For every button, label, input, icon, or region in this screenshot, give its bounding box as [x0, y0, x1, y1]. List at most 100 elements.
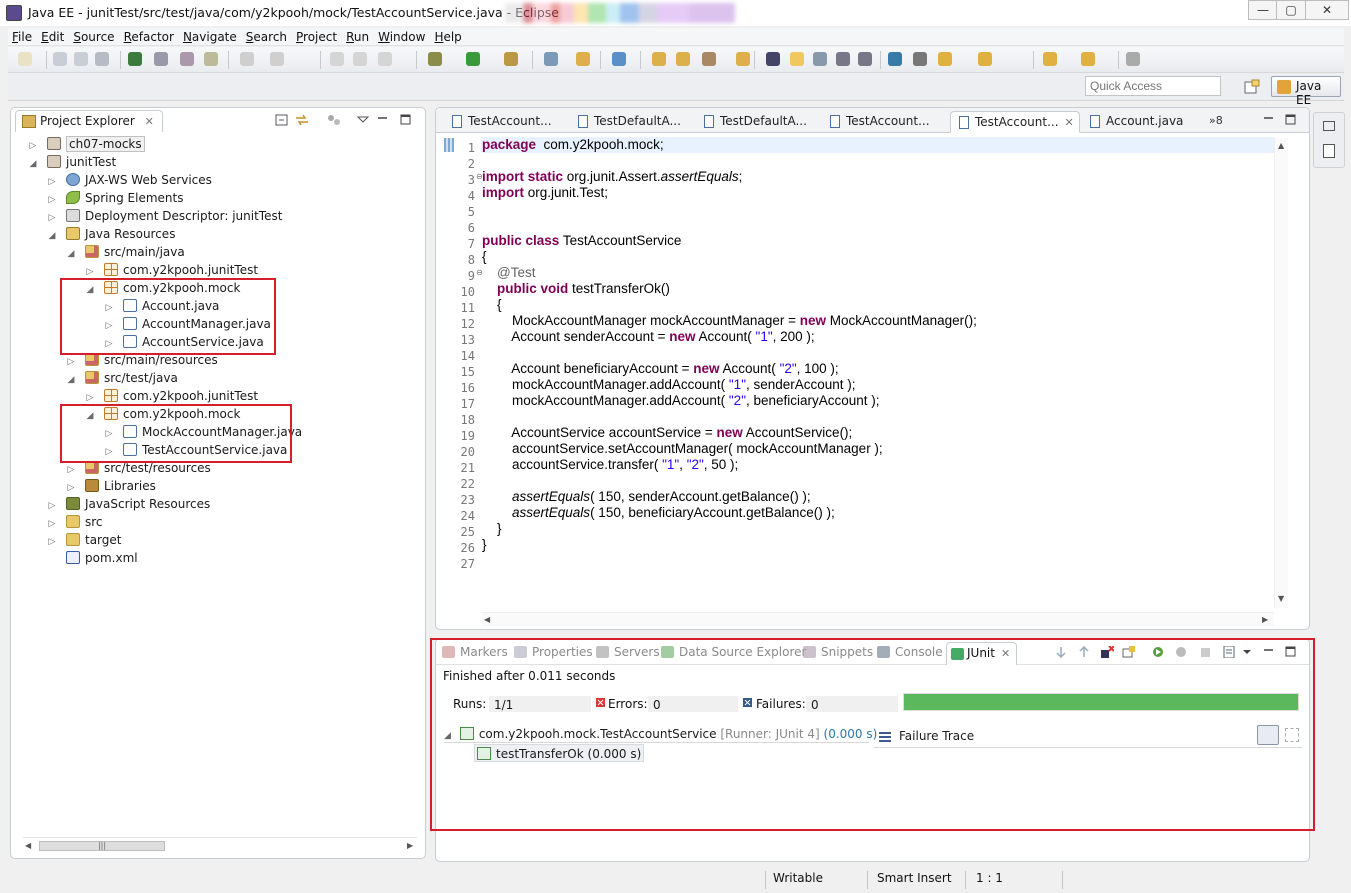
save-icon[interactable] — [53, 52, 69, 68]
maximize-button[interactable]: ▢ — [1276, 0, 1306, 20]
block-selection-icon[interactable] — [836, 52, 852, 68]
open-folder-icon[interactable] — [676, 52, 692, 68]
editor-tab-overflow-button[interactable]: »8 — [1209, 114, 1223, 127]
new-java-project-icon[interactable] — [576, 52, 592, 68]
quick-ref-icon[interactable] — [913, 52, 929, 68]
save-all-icon[interactable] — [74, 52, 90, 68]
search-icon[interactable] — [766, 52, 782, 68]
maximize-view-icon[interactable] — [399, 114, 413, 126]
collapse-all-icon[interactable] — [275, 114, 289, 126]
tree-item[interactable]: ▷ com.y2kpooh.junitTest — [84, 261, 258, 279]
view-menu-filter-icon[interactable] — [327, 114, 341, 126]
scroll-left-icon[interactable]: ◀ — [484, 615, 490, 624]
project-explorer-horizontal-scrollbar[interactable]: ◀ ||| ▶ — [23, 837, 417, 853]
terminate-icon[interactable] — [378, 52, 394, 68]
close-tab-icon[interactable]: ✕ — [1065, 116, 1074, 129]
tree-item[interactable]: ◢ src/test/java — [65, 369, 178, 387]
scroll-right-icon[interactable]: ▶ — [1262, 615, 1268, 624]
tree-item[interactable]: ◢ src/main/java — [65, 243, 185, 261]
tree-item[interactable]: ▷ Deployment Descriptor: junitTest — [46, 207, 282, 225]
menu-run[interactable]: Run — [342, 28, 374, 44]
menu-source[interactable]: Source — [69, 28, 119, 44]
maximize-view-icon[interactable] — [1284, 114, 1298, 126]
open-resource-icon[interactable] — [702, 52, 718, 68]
collapse-twisty-icon[interactable]: ◢ — [27, 155, 39, 173]
web-browser-icon[interactable] — [888, 52, 904, 68]
editor-tab[interactable]: TestAccount... ✕ — [950, 111, 1080, 133]
close-window-button[interactable]: ✕ — [1305, 0, 1349, 20]
menu-edit[interactable]: Edit — [37, 28, 69, 44]
menu-file[interactable]: File — [8, 28, 37, 44]
editor-vertical-scrollbar[interactable]: ▲ ▼ — [1274, 138, 1288, 608]
menu-help[interactable]: Help — [430, 28, 466, 44]
java-ee-perspective-button[interactable]: Java EE — [1271, 76, 1341, 107]
menu-project[interactable]: Project — [292, 28, 342, 44]
scrollbar-thumb[interactable]: ||| — [39, 841, 165, 851]
suspend-icon[interactable] — [353, 52, 369, 68]
link-with-editor-icon[interactable] — [295, 114, 309, 126]
view-menu-icon[interactable] — [356, 114, 370, 126]
undo-icon[interactable] — [240, 52, 256, 68]
mark-occurrences-icon[interactable] — [790, 52, 806, 68]
menu-refactor[interactable]: Refactor — [120, 28, 179, 44]
new-icon[interactable] — [18, 52, 34, 68]
collapse-twisty-icon[interactable]: ◢ — [65, 371, 77, 389]
editor-tab[interactable]: TestDefaultA... — [696, 111, 820, 133]
run-external-icon[interactable] — [504, 52, 520, 68]
collapse-twisty-icon[interactable]: ◢ — [65, 245, 77, 263]
run-icon[interactable] — [466, 52, 482, 68]
tree-item[interactable]: ▷ JAX-WS Web Services — [46, 171, 212, 189]
next-annotation-icon[interactable] — [938, 52, 954, 68]
editor-tab[interactable]: TestAccount... — [822, 111, 948, 133]
tree-item[interactable]: ▷ Libraries — [65, 477, 156, 495]
outline-icon[interactable] — [1323, 144, 1335, 158]
debug-icon[interactable] — [428, 52, 444, 68]
tree-item[interactable]: ▷ target — [46, 531, 122, 549]
open-perspective-icon[interactable] — [1244, 79, 1260, 95]
new-class-icon[interactable] — [612, 52, 628, 68]
scroll-up-icon[interactable]: ▲ — [1278, 141, 1284, 150]
java-ee-icon[interactable] — [128, 52, 144, 68]
menu-search[interactable]: Search — [242, 28, 292, 44]
editor-tab[interactable]: TestAccount... — [444, 111, 568, 133]
editor-tab[interactable]: Account.java — [1082, 111, 1202, 133]
open-type-icon[interactable] — [652, 52, 668, 68]
menu-window[interactable]: Window — [374, 28, 430, 44]
minimize-view-icon[interactable] — [1262, 114, 1276, 126]
scroll-down-icon[interactable]: ▼ — [1278, 594, 1284, 603]
open-task-icon[interactable] — [204, 52, 220, 68]
tree-item[interactable]: pom.xml — [46, 549, 138, 567]
tab-project-explorer[interactable]: Project Explorer ✕ — [15, 110, 163, 132]
back-icon[interactable] — [1043, 52, 1059, 68]
whitespace-icon[interactable] — [858, 52, 874, 68]
editor-body[interactable]: 1 2 3 4 5 6 7 8 9 10 11 12 13 14 15 16 17 18 19 20 21 22 23 24 2… — [436, 134, 1309, 629]
tree-item[interactable]: ▷ src — [46, 513, 103, 531]
new-server-icon[interactable] — [544, 52, 560, 68]
redo-icon[interactable] — [270, 52, 286, 68]
forward-icon[interactable] — [1081, 52, 1097, 68]
tree-item[interactable]: ◢ Java Resources — [46, 225, 175, 243]
scroll-right-icon[interactable]: ▶ — [407, 841, 413, 850]
tree-item[interactable]: ▷ Spring Elements — [46, 189, 183, 207]
fold-icon[interactable]: ⊖ — [476, 172, 483, 181]
open-task-folder-icon[interactable] — [736, 52, 752, 68]
pin-editor-icon[interactable] — [1126, 52, 1142, 68]
build-icon[interactable] — [154, 52, 170, 68]
restore-icon[interactable] — [1323, 121, 1335, 131]
editor-tab[interactable]: TestDefaultA... — [570, 111, 694, 133]
resume-icon[interactable] — [330, 52, 346, 68]
annotation-icon[interactable] — [813, 52, 829, 68]
editor-horizontal-scrollbar[interactable]: ◀ ▶ — [482, 612, 1274, 626]
tree-item[interactable]: ▷ com.y2kpooh.junitTest — [84, 387, 258, 405]
minimize-view-icon[interactable] — [376, 114, 390, 126]
collapse-twisty-icon[interactable]: ◢ — [46, 227, 58, 245]
quick-access-input[interactable] — [1085, 76, 1221, 96]
close-tab-icon[interactable]: ✕ — [145, 115, 154, 128]
fold-icon[interactable]: ⊖ — [476, 268, 483, 277]
menu-navigate[interactable]: Navigate — [179, 28, 242, 44]
previous-annotation-icon[interactable] — [978, 52, 994, 68]
tree-item[interactable]: ◢ junitTest — [27, 153, 116, 171]
tree-item[interactable]: ▷ JavaScript Resources — [46, 495, 210, 513]
minimize-button[interactable]: — — [1248, 0, 1278, 20]
scroll-left-icon[interactable]: ◀ — [25, 841, 31, 850]
